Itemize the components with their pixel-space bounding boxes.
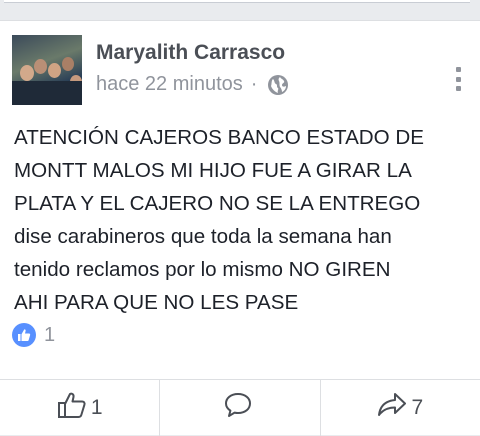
vertical-dots-icon[interactable]	[456, 67, 462, 91]
post-card: Maryalith Carrasco hace 22 minutos · ATE…	[0, 20, 480, 436]
share-arrow-icon	[377, 391, 411, 425]
like-reaction-icon	[12, 323, 36, 347]
comment-icon	[224, 391, 256, 425]
reaction-count: 1	[44, 323, 56, 346]
action-bar: 1 7	[0, 379, 480, 436]
post-meta: hace 22 minutos ·	[96, 73, 289, 96]
comment-button[interactable]	[160, 380, 321, 436]
share-count: 7	[411, 396, 424, 419]
author-name[interactable]: Maryalith Carrasco	[96, 41, 285, 65]
share-button[interactable]: 7	[321, 380, 480, 436]
post-timestamp[interactable]: hace 22 minutos	[96, 73, 243, 96]
like-count: 1	[90, 396, 103, 419]
globe-icon	[267, 74, 289, 96]
previous-card-strip	[0, 0, 480, 20]
like-button[interactable]: 1	[0, 380, 161, 436]
post-text: ATENCIÓN CAJEROS BANCO ESTADO DE MONTT M…	[14, 126, 425, 314]
previous-card-edge	[4, 0, 470, 3]
thumbs-up-icon	[57, 391, 91, 425]
meta-separator: ·	[250, 73, 258, 95]
reactions-summary[interactable]: 1	[12, 321, 55, 349]
avatar[interactable]	[12, 35, 82, 105]
